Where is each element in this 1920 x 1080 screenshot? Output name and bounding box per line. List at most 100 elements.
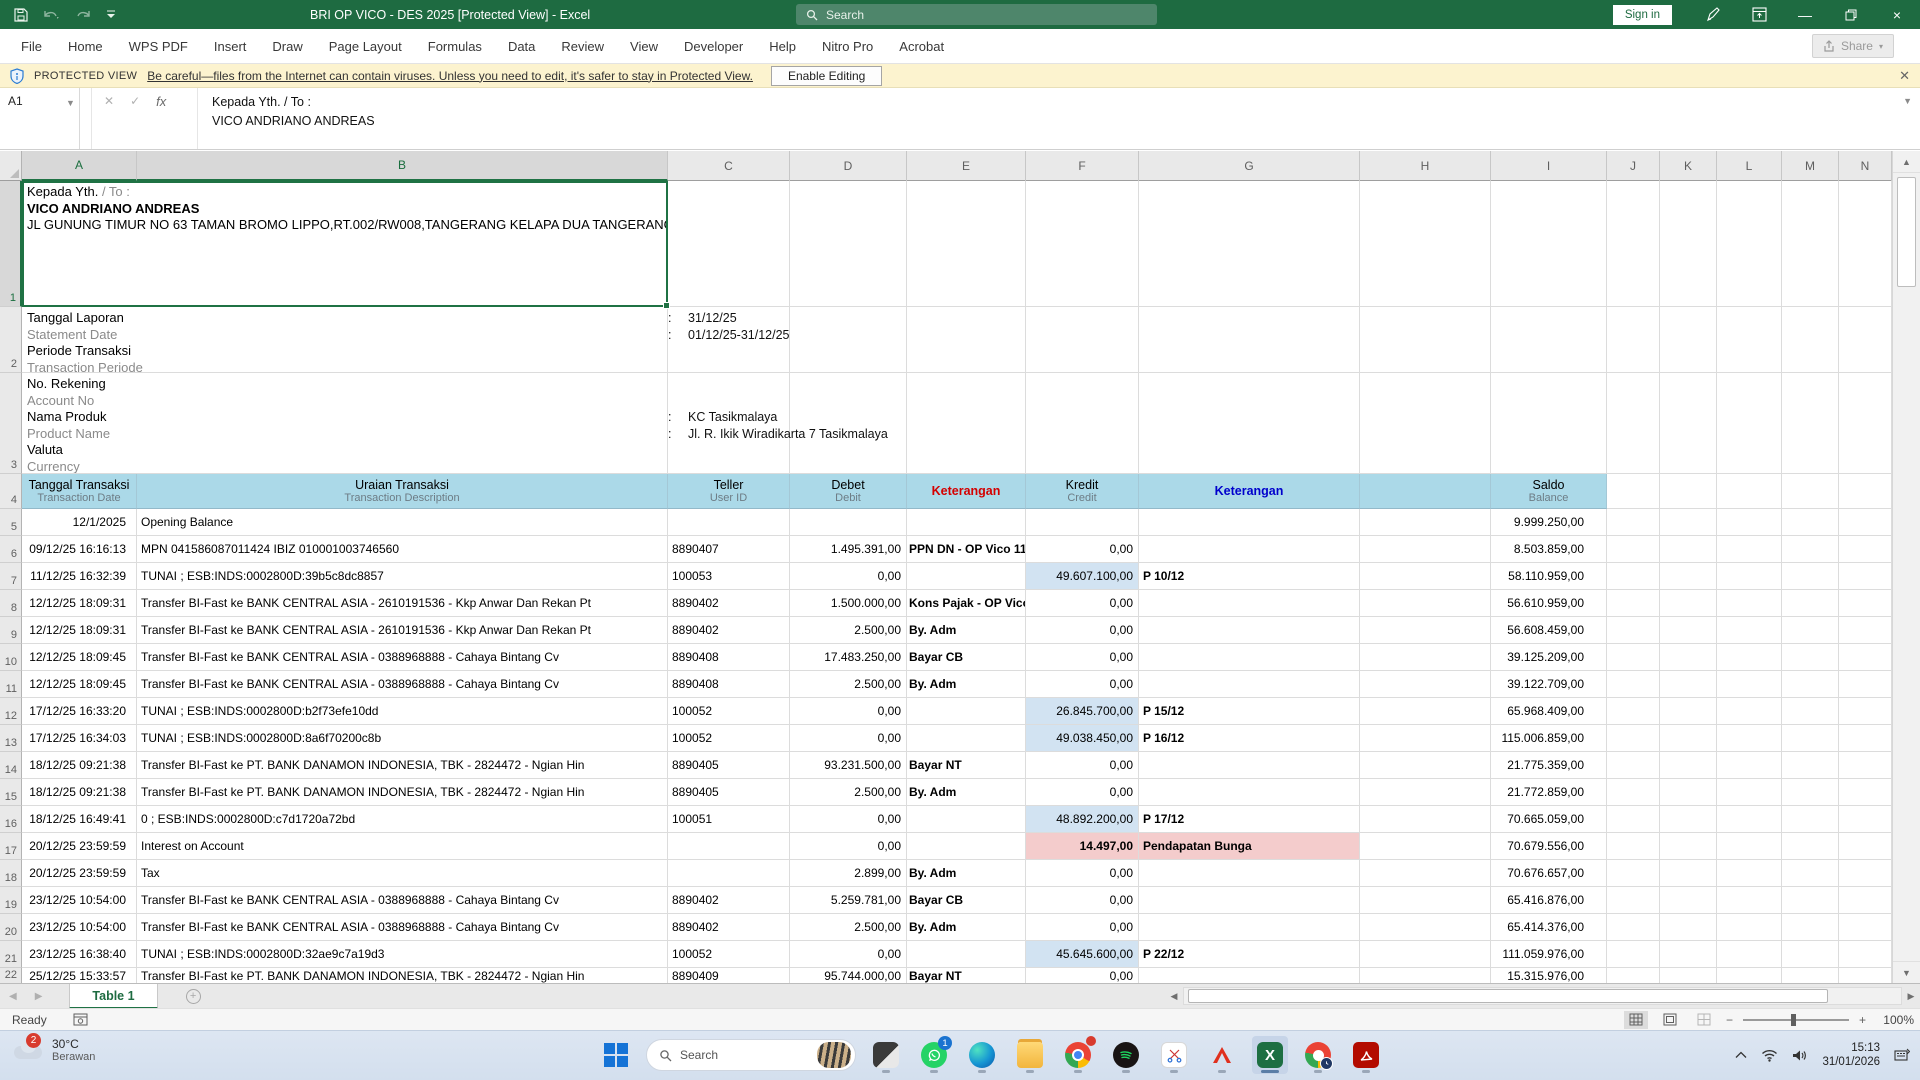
cell-credit-note[interactable] [1139, 590, 1360, 617]
cell-blank[interactable] [1360, 833, 1491, 860]
restore-button[interactable] [1828, 0, 1874, 29]
cell-debit-amount[interactable]: 0,00 [790, 725, 907, 752]
cell-teller-id[interactable] [668, 833, 790, 860]
cell-transaction-date[interactable]: 17/12/25 16:33:20 [22, 698, 137, 725]
empty-cell[interactable] [1782, 860, 1839, 887]
cell-credit-note[interactable]: P 10/12 [1139, 563, 1360, 590]
empty-cell[interactable] [1607, 779, 1660, 806]
cell-teller-id[interactable]: 8890402 [668, 590, 790, 617]
cell-transaction-date[interactable]: 12/12/25 18:09:45 [22, 671, 137, 698]
empty-cell[interactable] [1607, 474, 1660, 509]
empty-cell[interactable] [1026, 307, 1139, 373]
cell-transaction-date[interactable]: 23/12/25 10:54:00 [22, 887, 137, 914]
weather-widget[interactable]: 2 30°C Berawan [14, 1037, 95, 1063]
cell-credit-amount[interactable]: 0,00 [1026, 968, 1139, 984]
menu-tab-formulas[interactable]: Formulas [415, 29, 495, 64]
empty-cell[interactable] [1717, 806, 1782, 833]
empty-cell[interactable] [1607, 307, 1660, 373]
row-header-12[interactable]: 12 [0, 698, 22, 725]
cell-transaction-description[interactable]: Interest on Account [137, 833, 668, 860]
ribbon-search-box[interactable]: Search [796, 4, 1157, 25]
empty-cell[interactable] [1839, 644, 1892, 671]
cancel-entry-icon[interactable]: ✕ [104, 94, 114, 149]
empty-cell[interactable] [1839, 914, 1892, 941]
cell-balance[interactable]: 115.006.859,00 [1491, 725, 1607, 752]
cell-transaction-description[interactable]: Transfer BI-Fast ke PT. BANK DANAMON IND… [137, 779, 668, 806]
row-header-3[interactable]: 3 [0, 373, 22, 474]
cell-transaction-date[interactable]: 17/12/25 16:34:03 [22, 725, 137, 752]
cell-teller-id[interactable]: 8890407 [668, 536, 790, 563]
cell-debit-note[interactable]: Bayar NT [907, 752, 1026, 779]
column-header-F[interactable]: F [1026, 151, 1139, 181]
cell-debit-amount[interactable]: 2.500,00 [790, 779, 907, 806]
taskbar-search-box[interactable]: Search [646, 1039, 856, 1071]
empty-cell[interactable] [1839, 536, 1892, 563]
cell-debit-note[interactable] [907, 941, 1026, 968]
cell-debit-amount[interactable]: 0,00 [790, 698, 907, 725]
cell-debit-amount[interactable]: 2.500,00 [790, 914, 907, 941]
cell-blank[interactable] [1360, 887, 1491, 914]
empty-cell[interactable] [1782, 671, 1839, 698]
sheet-tab-table-1[interactable]: Table 1 [69, 984, 157, 1009]
empty-cell[interactable] [1782, 373, 1839, 474]
empty-cell[interactable] [1607, 725, 1660, 752]
scroll-down-icon[interactable]: ▼ [1893, 961, 1920, 983]
row-header-17[interactable]: 17 [0, 833, 22, 860]
cell-balance[interactable]: 65.968.409,00 [1491, 698, 1607, 725]
empty-cell[interactable] [1660, 752, 1717, 779]
column-header-D[interactable]: D [790, 151, 907, 181]
empty-cell[interactable] [1839, 887, 1892, 914]
empty-cell[interactable] [1782, 563, 1839, 590]
cell-balance[interactable]: 15.315.976,00 [1491, 968, 1607, 984]
cell-info-values[interactable]: :31/12/25:01/12/25-31/12/25 [668, 310, 789, 343]
empty-cell[interactable] [1839, 941, 1892, 968]
cell-debit-amount[interactable]: 1.495.391,00 [790, 536, 907, 563]
cell-blank[interactable] [1360, 779, 1491, 806]
cell-credit-amount[interactable]: 0,00 [1026, 887, 1139, 914]
row-header-9[interactable]: 9 [0, 617, 22, 644]
cell-recipient-block[interactable]: Kepada Yth. / To :VICO ANDRIANO ANDREASJ… [22, 181, 668, 307]
cell-debit-amount[interactable]: 2.500,00 [790, 617, 907, 644]
cell-credit-note[interactable] [1139, 536, 1360, 563]
empty-cell[interactable] [1717, 563, 1782, 590]
empty-cell[interactable] [1660, 373, 1717, 474]
menu-tab-draw[interactable]: Draw [259, 29, 315, 64]
horizontal-scroll-thumb[interactable] [1188, 989, 1828, 1003]
cell-balance[interactable]: 58.110.959,00 [1491, 563, 1607, 590]
cell-credit-amount[interactable]: 0,00 [1026, 644, 1139, 671]
empty-cell[interactable] [1717, 373, 1782, 474]
cell-credit-note[interactable]: P 16/12 [1139, 725, 1360, 752]
empty-cell[interactable] [1607, 914, 1660, 941]
empty-cell[interactable] [1026, 181, 1139, 307]
menu-tab-page-layout[interactable]: Page Layout [316, 29, 415, 64]
empty-cell[interactable] [1782, 752, 1839, 779]
empty-cell[interactable] [1139, 373, 1360, 474]
cell-transaction-description[interactable]: TUNAI ; ESB:INDS:0002800D:39b5c8dc8857 [137, 563, 668, 590]
cell-balance[interactable]: 9.999.250,00 [1491, 509, 1607, 536]
empty-cell[interactable] [1782, 536, 1839, 563]
column-header-G[interactable]: G [1139, 151, 1360, 181]
cell-credit-amount[interactable]: 49.038.450,00 [1026, 725, 1139, 752]
cell-transaction-description[interactable]: TUNAI ; ESB:INDS:0002800D:b2f73efe10dd [137, 698, 668, 725]
empty-cell[interactable] [1660, 833, 1717, 860]
sign-in-button[interactable]: Sign in [1613, 5, 1672, 25]
cell-balance[interactable]: 8.503.859,00 [1491, 536, 1607, 563]
empty-cell[interactable] [1839, 563, 1892, 590]
vertical-scroll-thumb[interactable] [1897, 177, 1916, 287]
cell-teller-id[interactable]: 100051 [668, 806, 790, 833]
empty-cell[interactable] [1717, 509, 1782, 536]
cell-debit-amount[interactable]: 0,00 [790, 941, 907, 968]
cell-credit-amount[interactable]: 0,00 [1026, 752, 1139, 779]
cell-teller-id[interactable]: 8890402 [668, 887, 790, 914]
empty-cell[interactable] [1491, 373, 1607, 474]
empty-cell[interactable] [1782, 644, 1839, 671]
cell-debit-amount[interactable]: 2.500,00 [790, 671, 907, 698]
cell-credit-note[interactable] [1139, 509, 1360, 536]
cell-blank[interactable] [1360, 590, 1491, 617]
empty-cell[interactable] [1660, 307, 1717, 373]
excel-app-icon[interactable]: X [1252, 1036, 1288, 1074]
cell-teller-id[interactable]: 8890402 [668, 617, 790, 644]
widget-app-icon[interactable] [868, 1036, 904, 1074]
empty-cell[interactable] [790, 307, 907, 373]
new-sheet-icon[interactable]: + [186, 989, 201, 1004]
